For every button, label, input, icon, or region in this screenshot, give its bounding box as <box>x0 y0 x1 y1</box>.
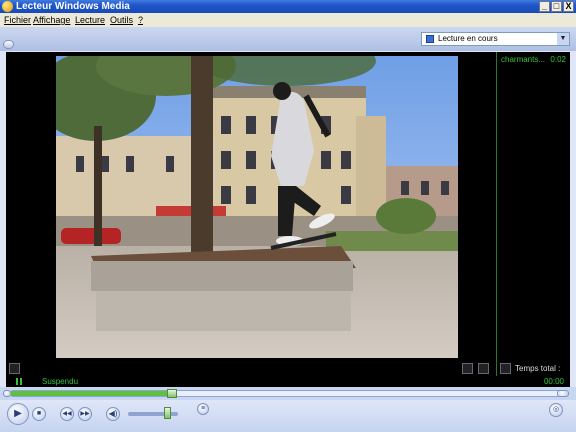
elapsed-time: 00:00 <box>543 377 564 386</box>
skateboarder-scene-image <box>56 56 458 358</box>
minimize-button[interactable]: _ <box>539 1 550 12</box>
maximize-button[interactable]: □ <box>551 1 562 12</box>
fullscreen-icon[interactable] <box>462 363 473 374</box>
media-player-icon <box>2 1 13 12</box>
video-display[interactable] <box>6 52 496 376</box>
close-button[interactable]: X <box>563 1 574 12</box>
equalizer-button[interactable]: ≡ <box>197 403 209 415</box>
window-title: Lecteur Windows Media <box>16 1 130 12</box>
status-bar: Suspendu 00:00 <box>6 376 570 387</box>
playlist-icon <box>426 35 434 43</box>
volume-thumb[interactable] <box>164 407 171 419</box>
seek-bar[interactable] <box>10 390 566 397</box>
seek-thumb[interactable] <box>167 389 177 398</box>
menu-bar: Fichier Affichage Lecture Outils ? <box>0 13 576 27</box>
show-menu-button[interactable] <box>3 40 14 49</box>
play-button[interactable]: ▶ <box>7 403 29 425</box>
seek-progress <box>11 391 172 396</box>
media-player-window: Lecteur Windows Media _ □ X Fichier Affi… <box>0 0 576 432</box>
playlist-options-icon[interactable] <box>500 363 511 374</box>
menu-help[interactable]: ? <box>138 14 143 26</box>
stop-button[interactable]: ■ <box>32 407 46 421</box>
aspect-icon[interactable] <box>9 363 20 374</box>
next-button[interactable]: ▶▶ <box>78 407 92 421</box>
fast-forward-icon[interactable] <box>557 390 569 397</box>
playback-status: Suspendu <box>42 377 79 386</box>
visualization-icon[interactable] <box>478 363 489 374</box>
menu-lecture[interactable]: Lecture <box>75 14 105 26</box>
previous-button[interactable]: ◀◀ <box>60 407 74 421</box>
compact-mode-button[interactable]: ◎ <box>549 403 563 417</box>
playlist-dropdown[interactable]: Lecture en cours ▼ <box>421 32 570 46</box>
playlist-panel: charmants... 0:02 <box>496 52 570 376</box>
menu-affichage[interactable]: Affichage <box>33 14 70 26</box>
chevron-down-icon[interactable]: ▼ <box>557 33 569 45</box>
menu-fichier[interactable]: Fichier <box>4 14 31 26</box>
playlist-selected-value: Lecture en cours <box>438 34 498 43</box>
playlist-item-duration: 0:02 <box>550 55 566 64</box>
mute-button[interactable]: ◀) <box>106 407 120 421</box>
total-time-label: Temps total : <box>515 364 561 373</box>
playlist-item-title[interactable]: charmants... <box>501 55 545 64</box>
pause-status-icon <box>16 378 22 385</box>
video-frame-image <box>56 56 458 358</box>
menu-outils[interactable]: Outils <box>110 14 133 26</box>
title-bar[interactable]: Lecteur Windows Media _ □ X <box>0 0 576 13</box>
